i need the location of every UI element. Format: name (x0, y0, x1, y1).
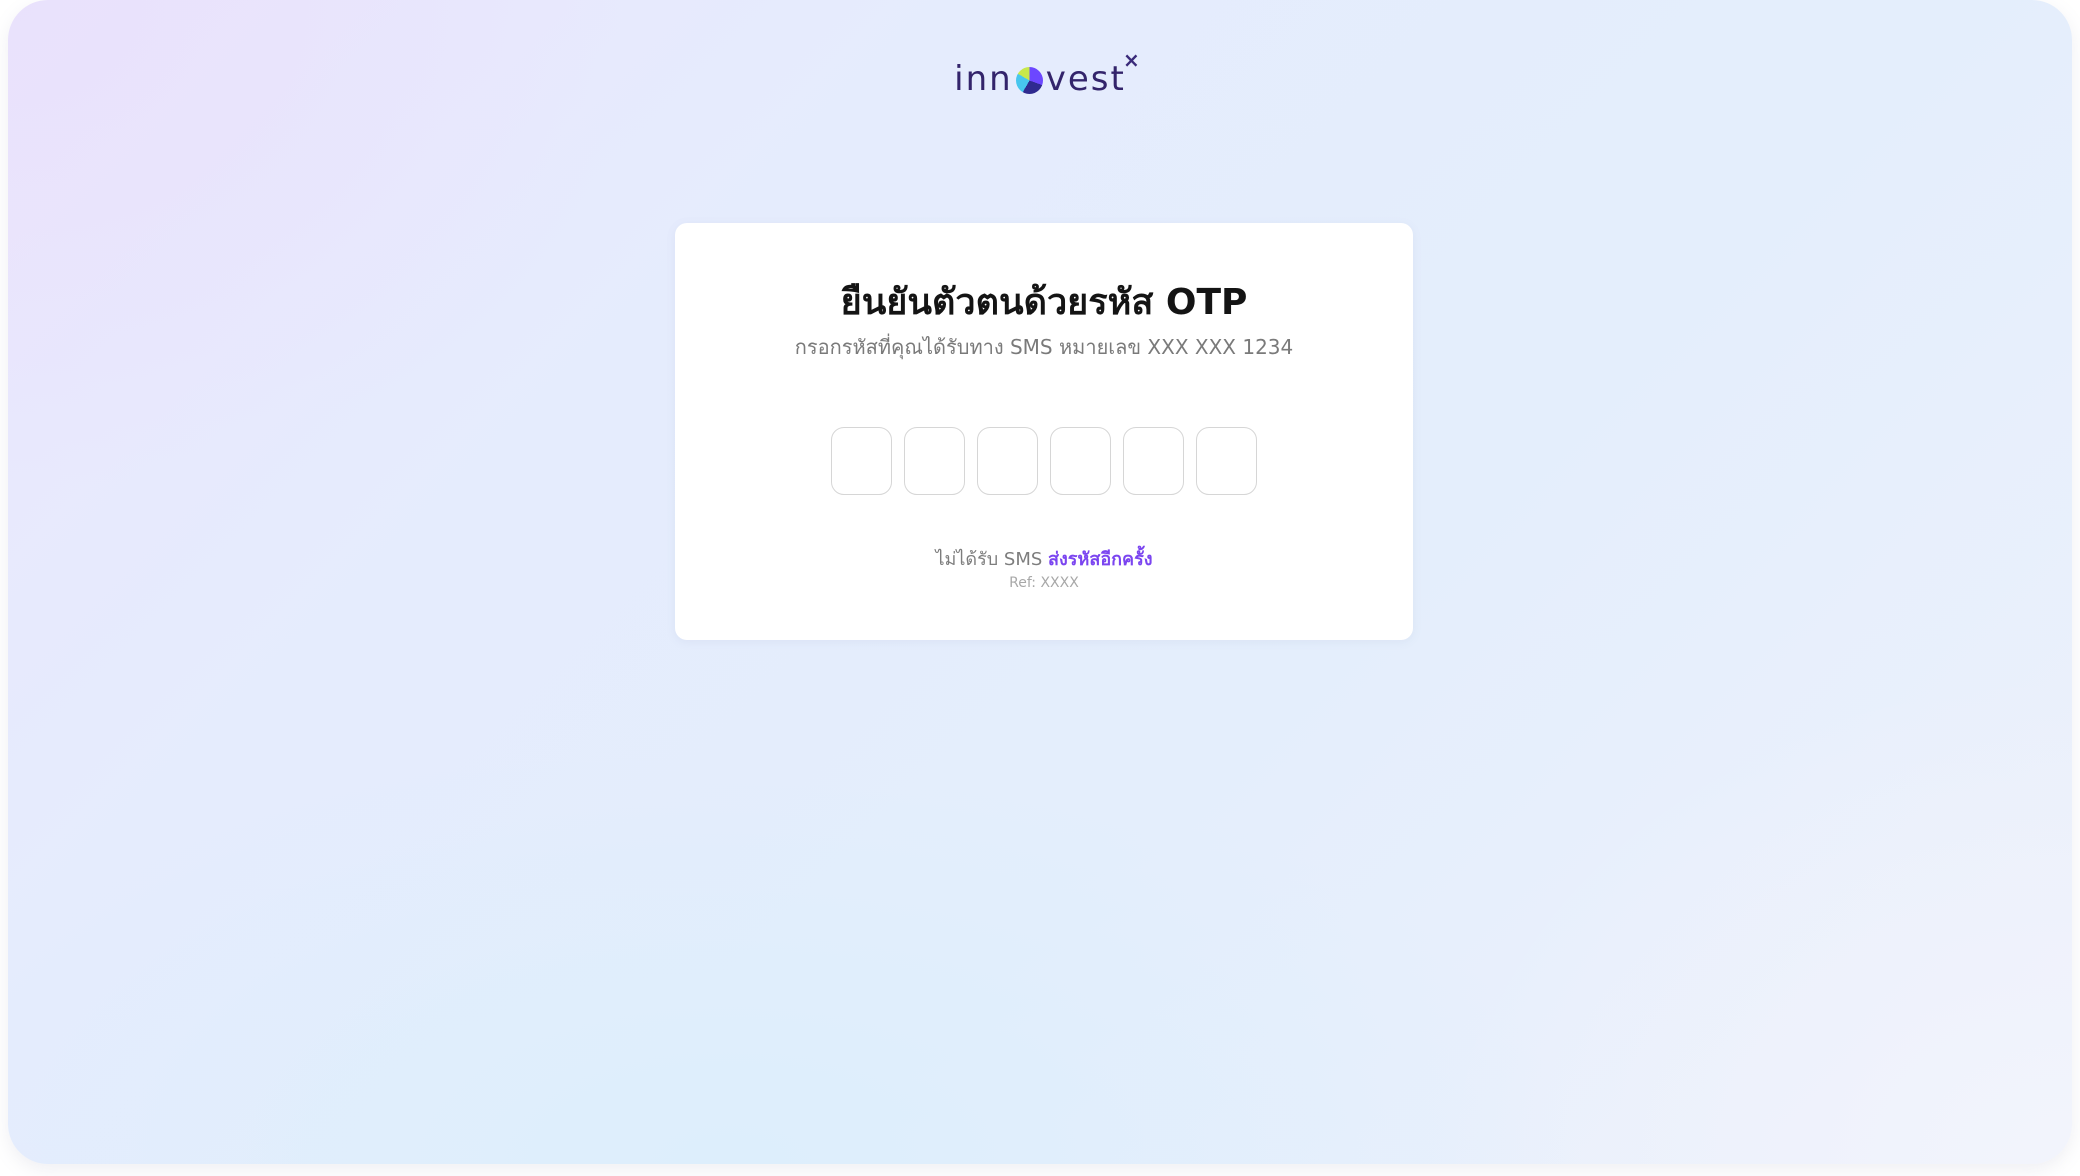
app-background: inn vest × ยืนยันตัวตนด้วยรหัส OTP กรอกร… (8, 0, 2072, 1164)
otp-digit-2[interactable] (904, 427, 965, 495)
brand-name-start: inn (954, 59, 1013, 99)
otp-input-group (675, 427, 1413, 495)
page-title: ยืนยันตัวตนด้วยรหัส OTP (840, 282, 1248, 323)
logo-dot-icon (1015, 66, 1043, 94)
brand-wordmark: inn vest × (954, 50, 1140, 99)
resend-code-link[interactable]: ส่งรหัสอีกครั้ง (1048, 549, 1153, 570)
resend-row: ไม่ได้รับ SMS ส่งรหัสอีกครั้ง (675, 544, 1413, 573)
otp-digit-5[interactable] (1123, 427, 1184, 495)
otp-card: ยืนยันตัวตนด้วยรหัส OTP กรอกรหัสที่คุณได… (675, 223, 1413, 640)
brand-name-end: vest (1045, 59, 1126, 99)
otp-instructions: กรอกรหัสที่คุณได้รับทาง SMS หมายเลข XXX … (794, 335, 1294, 359)
otp-digit-3[interactable] (977, 427, 1038, 495)
otp-digit-4[interactable] (1050, 427, 1111, 495)
otp-digit-1[interactable] (831, 427, 892, 495)
otp-digit-6[interactable] (1196, 427, 1257, 495)
resend-prompt: ไม่ได้รับ SMS (935, 549, 1049, 570)
brand-logo: inn vest × (8, 36, 2072, 96)
otp-reference: Ref: XXXX (1009, 575, 1079, 591)
brand-superscript-x: × (1123, 48, 1140, 72)
